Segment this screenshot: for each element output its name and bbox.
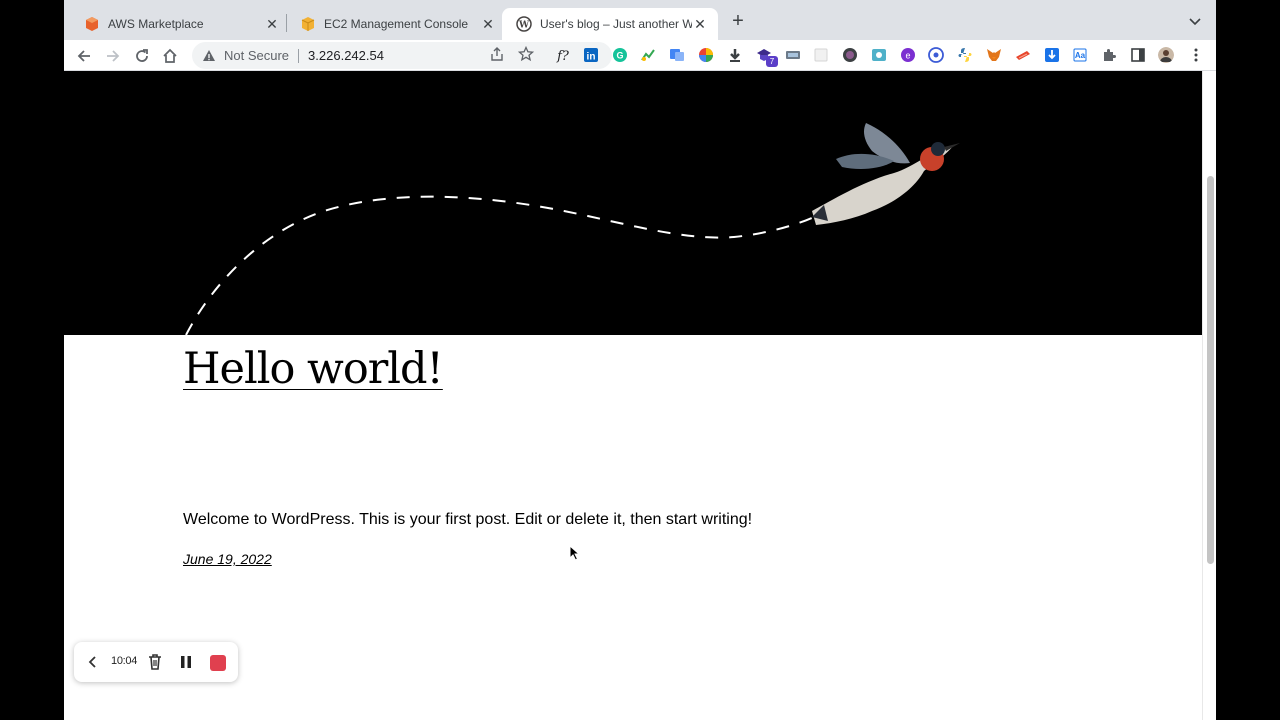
tab-title: AWS Marketplace: [108, 17, 204, 31]
blue-download-icon[interactable]: [1044, 47, 1060, 63]
linkedin-icon[interactable]: in: [583, 47, 599, 63]
profile-avatar[interactable]: [1158, 47, 1174, 63]
camera-extension-icon[interactable]: [871, 47, 887, 63]
browser-window: AWS Marketplace ✕ EC2 Management Console…: [64, 0, 1216, 720]
red-tag-extension-icon[interactable]: [1015, 47, 1031, 63]
post-title-link[interactable]: Hello world!: [183, 344, 444, 394]
tab-title: EC2 Management Console: [324, 17, 469, 31]
scrollbar-thumb[interactable]: [1207, 176, 1214, 564]
post-excerpt: Welcome to WordPress. This is your first…: [183, 511, 753, 528]
purple-circle-extension-icon[interactable]: e: [900, 47, 916, 63]
tab-aws-marketplace[interactable]: AWS Marketplace ✕: [70, 8, 290, 40]
close-tab-icon[interactable]: ✕: [480, 16, 496, 32]
page-viewport: Hello world! Welcome to WordPress. This …: [64, 71, 1202, 720]
svg-text:in: in: [587, 52, 596, 63]
new-tab-button[interactable]: +: [728, 11, 748, 32]
svg-text:W: W: [518, 21, 530, 31]
header-image: [64, 71, 1202, 336]
bookmark-star-icon[interactable]: [518, 46, 534, 62]
ec2-cube-icon: [301, 17, 315, 31]
svg-text:f?: f?: [556, 49, 570, 63]
close-tab-icon[interactable]: ✕: [264, 16, 280, 32]
tab-title: User's blog – Just another Wo: [540, 17, 692, 31]
back-arrow-icon[interactable]: [73, 45, 95, 67]
metamask-fox-icon[interactable]: [986, 47, 1002, 63]
stop-recording-button[interactable]: [210, 655, 226, 671]
chevron-down-icon[interactable]: [1186, 12, 1204, 30]
compass-extension-icon[interactable]: [928, 47, 944, 63]
blank-extension-icon[interactable]: [813, 47, 829, 63]
grammarly-icon[interactable]: G: [612, 47, 628, 63]
color-wheel-icon[interactable]: [698, 47, 714, 63]
wordpress-icon: W: [516, 16, 532, 32]
formula-extension-icon[interactable]: f?: [555, 47, 571, 63]
tab-strip: AWS Marketplace ✕ EC2 Management Console…: [64, 0, 1216, 40]
translate-extension-icon[interactable]: [669, 47, 685, 63]
address-bar[interactable]: Not Secure 3.226.242.54: [192, 42, 612, 69]
post-date-link[interactable]: June 19, 2022: [183, 551, 272, 567]
screen-capture-icon[interactable]: [785, 47, 801, 63]
svg-text:Aa: Aa: [1075, 51, 1086, 60]
recording-timer: 10:04: [111, 655, 138, 667]
extension-badge: 7: [766, 56, 778, 67]
side-panel-icon[interactable]: [1130, 47, 1146, 63]
reload-icon[interactable]: [131, 45, 153, 67]
close-tab-icon[interactable]: ✕: [692, 16, 708, 32]
download-arrow-icon[interactable]: [727, 47, 743, 63]
url-text[interactable]: 3.226.242.54: [308, 48, 384, 63]
screen-recorder-widget: 10:04: [74, 642, 238, 682]
share-icon[interactable]: [489, 46, 505, 62]
svg-text:e: e: [905, 51, 910, 61]
svg-text:G: G: [616, 51, 623, 61]
tab-users-blog[interactable]: W User's blog – Just another Wo ✕: [502, 8, 718, 40]
tab-ec2-console[interactable]: EC2 Management Console ✕: [286, 8, 506, 40]
browser-toolbar: Not Secure 3.226.242.54 f? in G 7 e Aa: [64, 40, 1216, 71]
hummingbird-illustration: [812, 123, 960, 225]
kebab-menu-icon[interactable]: [1188, 47, 1204, 63]
puzzle-extensions-icon[interactable]: [1101, 47, 1117, 63]
mouse-cursor-icon: [569, 545, 581, 561]
home-icon[interactable]: [159, 45, 181, 67]
collapse-chevron-icon[interactable]: [86, 654, 100, 670]
pause-icon[interactable]: [178, 654, 194, 670]
aws-marketplace-icon: [86, 17, 98, 31]
flight-path-illustration: [185, 123, 960, 336]
python-icon[interactable]: [957, 47, 973, 63]
record-circle-icon[interactable]: [842, 47, 858, 63]
warning-triangle-icon[interactable]: [202, 49, 216, 63]
omnibox-divider: [298, 48, 300, 63]
forward-arrow-icon[interactable]: [102, 45, 124, 67]
chart-extension-icon[interactable]: [640, 47, 656, 63]
trash-icon[interactable]: [147, 653, 163, 671]
dictionary-extension-icon[interactable]: Aa: [1072, 47, 1088, 63]
security-label[interactable]: Not Secure: [224, 48, 289, 63]
